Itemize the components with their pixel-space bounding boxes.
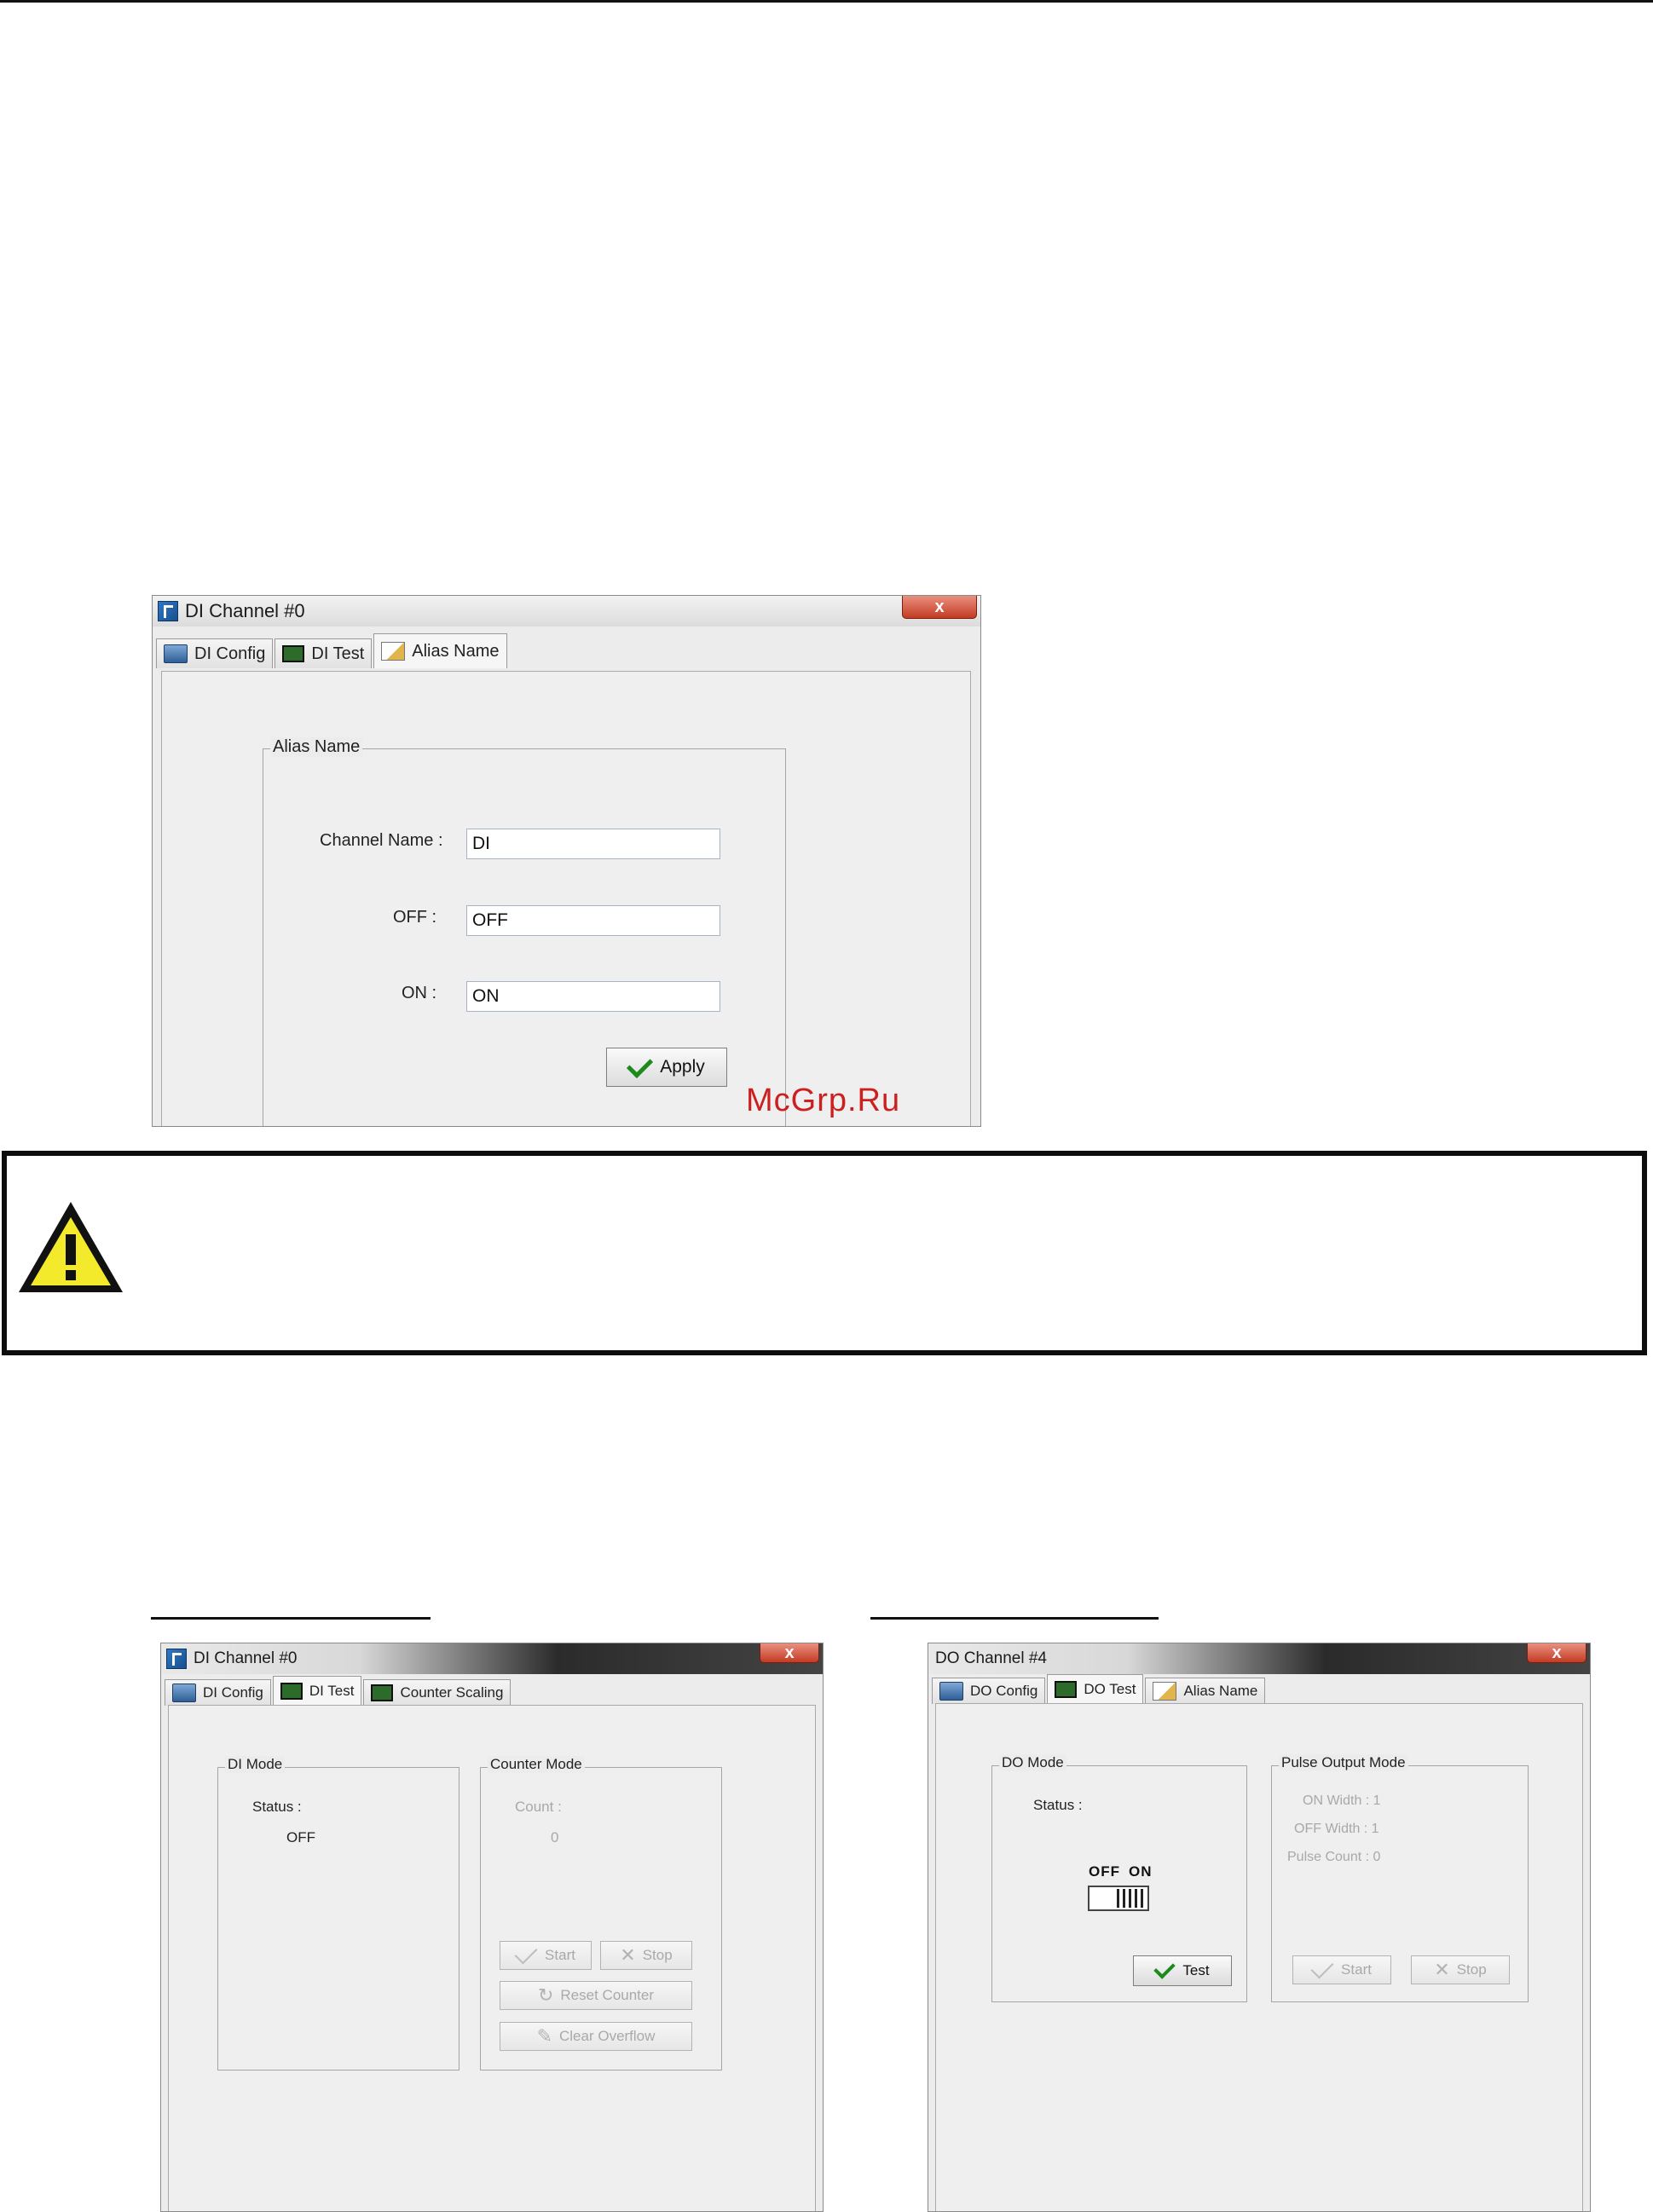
group-title: DO Mode <box>999 1754 1066 1771</box>
tab-do-test[interactable]: DO Test <box>1047 1674 1144 1704</box>
config-icon <box>172 1684 196 1702</box>
tab-do-config[interactable]: DO Config <box>932 1678 1046 1704</box>
start-button[interactable]: Start <box>1292 1955 1391 1984</box>
warning-box <box>2 1151 1647 1355</box>
app-icon <box>166 1649 187 1669</box>
count-value: 0 <box>551 1829 559 1845</box>
window-title: DI Channel #0 <box>194 1649 298 1667</box>
check-icon <box>1310 1955 1334 1979</box>
do-test-dialog: DO Channel #4 x DO Config DO Test Alias … <box>928 1643 1591 2212</box>
tab-di-test[interactable]: DI Test <box>275 638 373 668</box>
tab-counter-scaling[interactable]: Counter Scaling <box>363 1679 512 1706</box>
do-toggle-switch[interactable] <box>1088 1886 1149 1911</box>
channel-name-input[interactable]: DI <box>466 829 720 859</box>
check-icon <box>627 1051 654 1078</box>
group-title: DI Mode <box>225 1756 286 1773</box>
top-rule <box>0 0 1653 3</box>
on-input[interactable]: ON <box>466 981 720 1012</box>
test-icon <box>1055 1681 1078 1698</box>
reset-counter-button[interactable]: ↻ Reset Counter <box>500 1981 692 2010</box>
close-button[interactable]: x <box>902 596 977 619</box>
on-label: ON : <box>402 984 437 1002</box>
section-underline-left <box>151 1617 431 1620</box>
di-mode-group: DI Mode Status : OFF <box>217 1756 459 2071</box>
title-bar: DI Channel #0 x <box>161 1643 823 1674</box>
broom-icon: ✎ <box>536 2025 552 2047</box>
tab-di-config[interactable]: DI Config <box>156 638 274 668</box>
apply-button[interactable]: Apply <box>606 1048 727 1087</box>
title-bar: DO Channel #4 x <box>928 1643 1590 1674</box>
x-icon: ✕ <box>620 1944 636 1966</box>
status-value: OFF <box>286 1829 315 1845</box>
alias-icon <box>381 642 406 661</box>
di-alias-dialog: DI Channel #0 x DI Config DI Test Alias … <box>152 595 981 1127</box>
test-button[interactable]: Test <box>1133 1955 1232 1986</box>
status-label: Status : <box>1033 1797 1083 1813</box>
count-label: Count : <box>515 1799 562 1815</box>
on-width-label: ON Width : 1 <box>1303 1793 1381 1808</box>
group-title: Alias Name <box>270 737 363 757</box>
window-title: DO Channel #4 <box>935 1649 1047 1667</box>
counter-mode-group: Counter Mode Count : 0 Start ✕ Stop ↻ Re… <box>480 1756 722 2071</box>
tab-strip: DO Config DO Test Alias Name <box>932 1674 1267 1704</box>
tab-panel: DO Mode Status : OFF ON Test Pulse Outpu… <box>935 1703 1583 2211</box>
check-icon <box>514 1941 538 1965</box>
test-icon <box>282 645 305 662</box>
app-icon <box>158 601 178 621</box>
test-icon <box>280 1683 303 1700</box>
tab-di-test[interactable]: DI Test <box>272 1676 362 1706</box>
title-bar: DI Channel #0 x <box>153 596 980 627</box>
stop-button[interactable]: ✕ Stop <box>600 1941 692 1970</box>
pulse-output-mode-group: Pulse Output Mode ON Width : 1 OFF Width… <box>1271 1754 1529 2002</box>
di-test-dialog: DI Channel #0 x DI Config DI Test Counte… <box>160 1643 824 2212</box>
group-title: Counter Mode <box>488 1756 585 1773</box>
close-button[interactable]: x <box>760 1643 819 1663</box>
tab-panel: Alias Name Channel Name : DI OFF : OFF O… <box>161 671 971 1126</box>
do-mode-group: DO Mode Status : OFF ON Test <box>991 1754 1247 2002</box>
config-icon <box>164 644 188 663</box>
reset-icon: ↻ <box>537 1984 554 2006</box>
section-underline-right <box>870 1617 1159 1620</box>
warning-icon <box>19 1202 123 1292</box>
window-title: DI Channel #0 <box>185 600 305 621</box>
close-button[interactable]: x <box>1527 1643 1587 1663</box>
status-label: Status : <box>252 1799 302 1815</box>
off-width-label: OFF Width : 1 <box>1294 1822 1379 1836</box>
alias-name-group: Alias Name Channel Name : DI OFF : OFF O… <box>263 737 786 1126</box>
alias-icon <box>1153 1682 1177 1701</box>
pulse-count-label: Pulse Count : 0 <box>1287 1850 1381 1864</box>
config-icon <box>939 1682 963 1701</box>
stop-button[interactable]: ✕ Stop <box>1411 1955 1510 1984</box>
toggle-on-label: ON <box>1129 1863 1153 1880</box>
x-icon: ✕ <box>1434 1959 1450 1980</box>
off-input[interactable]: OFF <box>466 905 720 936</box>
toggle-off-label: OFF <box>1089 1863 1120 1880</box>
test-icon <box>371 1684 394 1701</box>
tab-di-config[interactable]: DI Config <box>165 1679 271 1706</box>
group-title: Pulse Output Mode <box>1279 1754 1408 1771</box>
watermark: McGrp.Ru <box>746 1083 901 1118</box>
start-button[interactable]: Start <box>500 1941 592 1970</box>
tab-alias-name[interactable]: Alias Name <box>373 633 507 668</box>
toggle-knob <box>1117 1889 1146 1908</box>
off-label: OFF : <box>393 908 437 927</box>
tab-strip: DI Config DI Test Counter Scaling <box>165 1676 512 1706</box>
tab-strip: DI Config DI Test Alias Name <box>156 633 509 668</box>
tab-alias-name[interactable]: Alias Name <box>1145 1678 1266 1704</box>
clear-overflow-button[interactable]: ✎ Clear Overflow <box>500 2022 692 2051</box>
channel-name-label: Channel Name : <box>320 831 443 850</box>
check-icon <box>1153 1957 1176 1979</box>
tab-panel: DI Mode Status : OFF Counter Mode Count … <box>168 1705 816 2211</box>
